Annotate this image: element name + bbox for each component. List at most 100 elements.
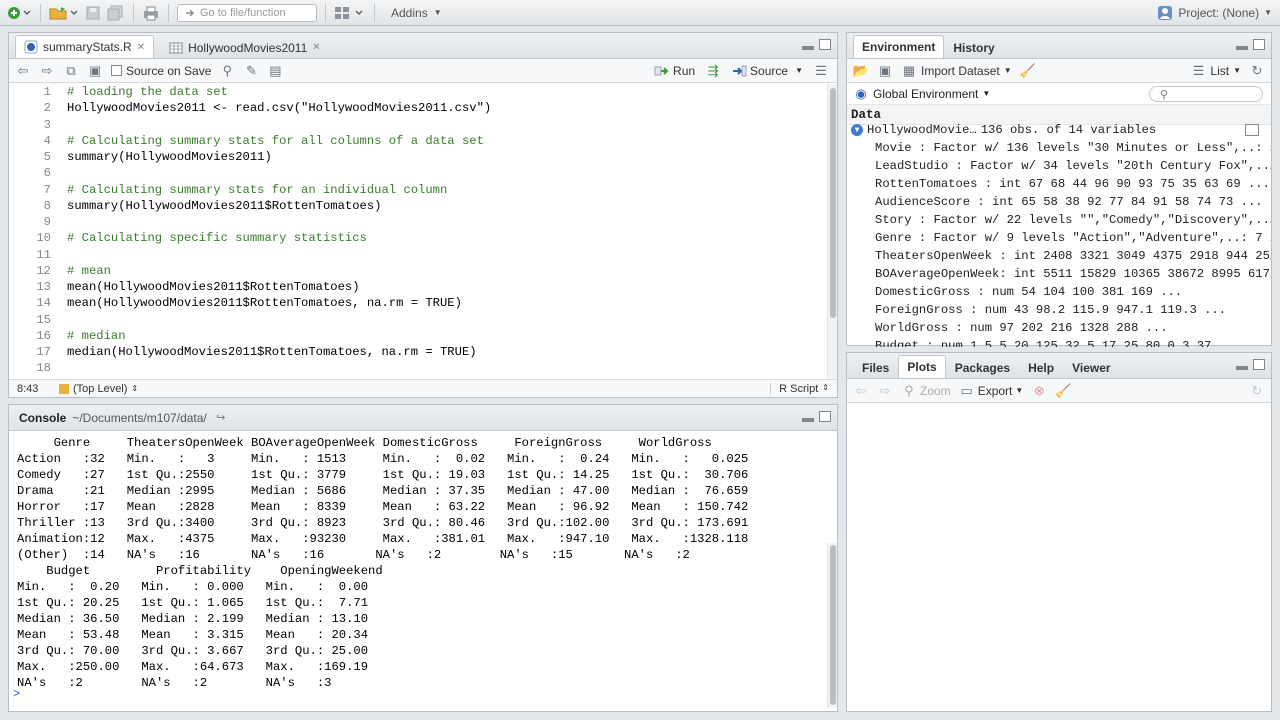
variable-row[interactable]: DomesticGross : num 54 104 100 381 169 .…	[875, 283, 1271, 301]
maximize-icon[interactable]	[1253, 359, 1265, 370]
maximize-icon[interactable]	[819, 39, 831, 50]
close-icon[interactable]: ✕	[137, 42, 145, 53]
save-button[interactable]	[85, 3, 101, 23]
code-editor[interactable]: 12345678910111213141516171819 # loading …	[9, 84, 825, 409]
filetype-selector[interactable]: R Script ⇕	[770, 382, 829, 395]
forward-arrow-icon[interactable]: ⇨	[39, 63, 55, 79]
variable-row[interactable]: AudienceScore : int 65 58 38 92 77 84 91…	[875, 193, 1271, 211]
tab-environment[interactable]: Environment	[853, 35, 945, 58]
code-line[interactable]: # Calculating summary stats for an indiv…	[67, 182, 491, 198]
remove-plot-icon[interactable]: ⊗	[1031, 383, 1047, 399]
tab-plots[interactable]: Plots	[898, 355, 946, 378]
zoom-button[interactable]: ⚲ Zoom	[901, 383, 950, 399]
back-arrow-icon[interactable]: ⇦	[853, 383, 869, 399]
new-file-button[interactable]	[6, 3, 32, 23]
variable-row[interactable]: RottenTomatoes : int 67 68 44 96 90 93 7…	[875, 175, 1271, 193]
tab-summarystats[interactable]: summaryStats.R ✕	[15, 35, 155, 58]
code-line[interactable]: mean(HollywoodMovies2011$RottenTomatoes,…	[67, 295, 491, 311]
tab-packages[interactable]: Packages	[946, 356, 1019, 378]
expand-icon[interactable]: ▼	[851, 124, 863, 136]
variable-row[interactable]: BOAverageOpenWeek: int 5511 15829 10365 …	[875, 265, 1271, 283]
global-environment-selector[interactable]: ◉ Global Environment ▼	[853, 86, 990, 102]
code-line[interactable]	[67, 247, 491, 263]
minimize-icon[interactable]	[802, 418, 814, 422]
import-dataset-button[interactable]: ▦ Import Dataset ▼	[901, 63, 1012, 79]
back-arrow-icon[interactable]: ⇦	[15, 63, 31, 79]
code-line[interactable]: # loading the data set	[67, 84, 491, 100]
console-prompt[interactable]: >	[13, 687, 20, 701]
open-file-button[interactable]	[49, 3, 79, 23]
rerun-icon[interactable]: ⇶	[705, 63, 721, 79]
run-button[interactable]: Run	[654, 64, 695, 78]
broom-icon[interactable]: 🧹	[1055, 383, 1071, 399]
editor-scrollbar[interactable]	[827, 84, 837, 380]
broom-icon[interactable]: 🧹	[1020, 63, 1036, 79]
load-workspace-icon[interactable]: 📂	[853, 63, 869, 79]
variable-row[interactable]: Story : Factor w/ 22 levels "","Comedy",…	[875, 211, 1271, 229]
variable-row[interactable]: TheatersOpenWeek : int 2408 3321 3049 43…	[875, 247, 1271, 265]
code-line[interactable]	[67, 117, 491, 133]
view-table-icon[interactable]	[1245, 124, 1259, 136]
code-line[interactable]: # median	[67, 328, 491, 344]
code-line[interactable]	[67, 214, 491, 230]
code-content[interactable]: # loading the data set HollywoodMovies201…	[67, 84, 491, 393]
code-line[interactable]: summary(HollywoodMovies2011$RottenTomato…	[67, 198, 491, 214]
save-workspace-icon[interactable]: ▣	[877, 63, 893, 79]
tab-files[interactable]: Files	[853, 356, 898, 378]
search-icon[interactable]: ⚲	[219, 63, 235, 79]
forward-arrow-icon[interactable]: ⇨	[877, 383, 893, 399]
tab-help[interactable]: Help	[1019, 356, 1063, 378]
minimize-icon[interactable]	[802, 46, 814, 50]
chevron-down-icon[interactable]: ▼	[795, 66, 803, 75]
code-line[interactable]	[67, 360, 491, 376]
source-on-save-checkbox[interactable]: Source on Save	[111, 64, 211, 78]
magic-wand-icon[interactable]: ✎	[243, 63, 259, 79]
refresh-icon[interactable]: ↻	[1249, 63, 1265, 79]
code-line[interactable]: HollywoodMovies2011 <- read.csv("Hollywo…	[67, 100, 491, 116]
tab-history[interactable]: History	[944, 36, 1003, 58]
minimize-icon[interactable]	[1236, 46, 1248, 50]
minimize-icon[interactable]	[1236, 366, 1248, 370]
checkbox-box[interactable]	[111, 65, 122, 76]
goto-file-function-input[interactable]: Go to file/function	[177, 3, 317, 22]
source-button[interactable]: Source ▼	[731, 64, 803, 78]
object-row[interactable]: ▼ HollywoodMovie… 136 obs. of 14 variabl…	[847, 121, 1271, 139]
addins-menu[interactable]: Addins ▼	[391, 3, 442, 23]
go-to-directory-icon[interactable]: ↪	[213, 410, 229, 426]
export-button[interactable]: ▭ Export ▼	[959, 383, 1024, 399]
document-outline-icon[interactable]: ☰	[813, 63, 829, 79]
print-button[interactable]	[142, 3, 160, 23]
variable-row[interactable]: WorldGross : num 97 202 216 1328 288 ...	[875, 319, 1271, 337]
compile-report-icon[interactable]: ▤	[267, 63, 283, 79]
scroll-thumb[interactable]	[830, 88, 836, 318]
code-line[interactable]: # Calculating summary stats for all colu…	[67, 133, 491, 149]
show-in-window-icon[interactable]: ⧉	[63, 63, 79, 79]
console-scrollbar[interactable]	[827, 543, 837, 708]
variable-row[interactable]: Budget : num 1.5 5 20 125 32.5 17 25 80 …	[875, 337, 1271, 347]
tab-hollywoodmovies2011[interactable]: HollywoodMovies2011 ✕	[160, 36, 330, 58]
close-icon[interactable]: ✕	[312, 42, 320, 53]
code-line[interactable]	[67, 165, 491, 181]
scroll-thumb[interactable]	[830, 545, 836, 705]
variable-row[interactable]: LeadStudio : Factor w/ 34 levels "20th C…	[875, 157, 1271, 175]
code-line[interactable]: summary(HollywoodMovies2011)	[67, 149, 491, 165]
save-all-button[interactable]	[107, 3, 125, 23]
maximize-icon[interactable]	[1253, 39, 1265, 50]
maximize-icon[interactable]	[819, 411, 831, 422]
code-line[interactable]: # Calculating specific summary statistic…	[67, 230, 491, 246]
variable-row[interactable]: Movie : Factor w/ 136 levels "30 Minutes…	[875, 139, 1271, 157]
code-line[interactable]: mean(HollywoodMovies2011$RottenTomatoes)	[67, 279, 491, 295]
refresh-icon[interactable]: ↻	[1249, 383, 1265, 399]
pane-layout-button[interactable]	[334, 3, 366, 23]
code-line[interactable]: # mean	[67, 263, 491, 279]
variable-row[interactable]: ForeignGross : num 43 98.2 115.9 947.1 1…	[875, 301, 1271, 319]
list-view-selector[interactable]: ☰ List ▼	[1190, 63, 1241, 79]
save-icon[interactable]: ▣	[87, 63, 103, 79]
variable-row[interactable]: Genre : Factor w/ 9 levels "Action","Adv…	[875, 229, 1271, 247]
code-line[interactable]: median(HollywoodMovies2011$RottenTomatoe…	[67, 344, 491, 360]
project-menu[interactable]: Project: (None) ▼	[1157, 3, 1272, 23]
code-line[interactable]	[67, 312, 491, 328]
tab-viewer[interactable]: Viewer	[1063, 356, 1119, 378]
environment-search-input[interactable]: ⚲	[1149, 86, 1263, 102]
scope-selector[interactable]: (Top Level) ⇕	[59, 383, 138, 395]
